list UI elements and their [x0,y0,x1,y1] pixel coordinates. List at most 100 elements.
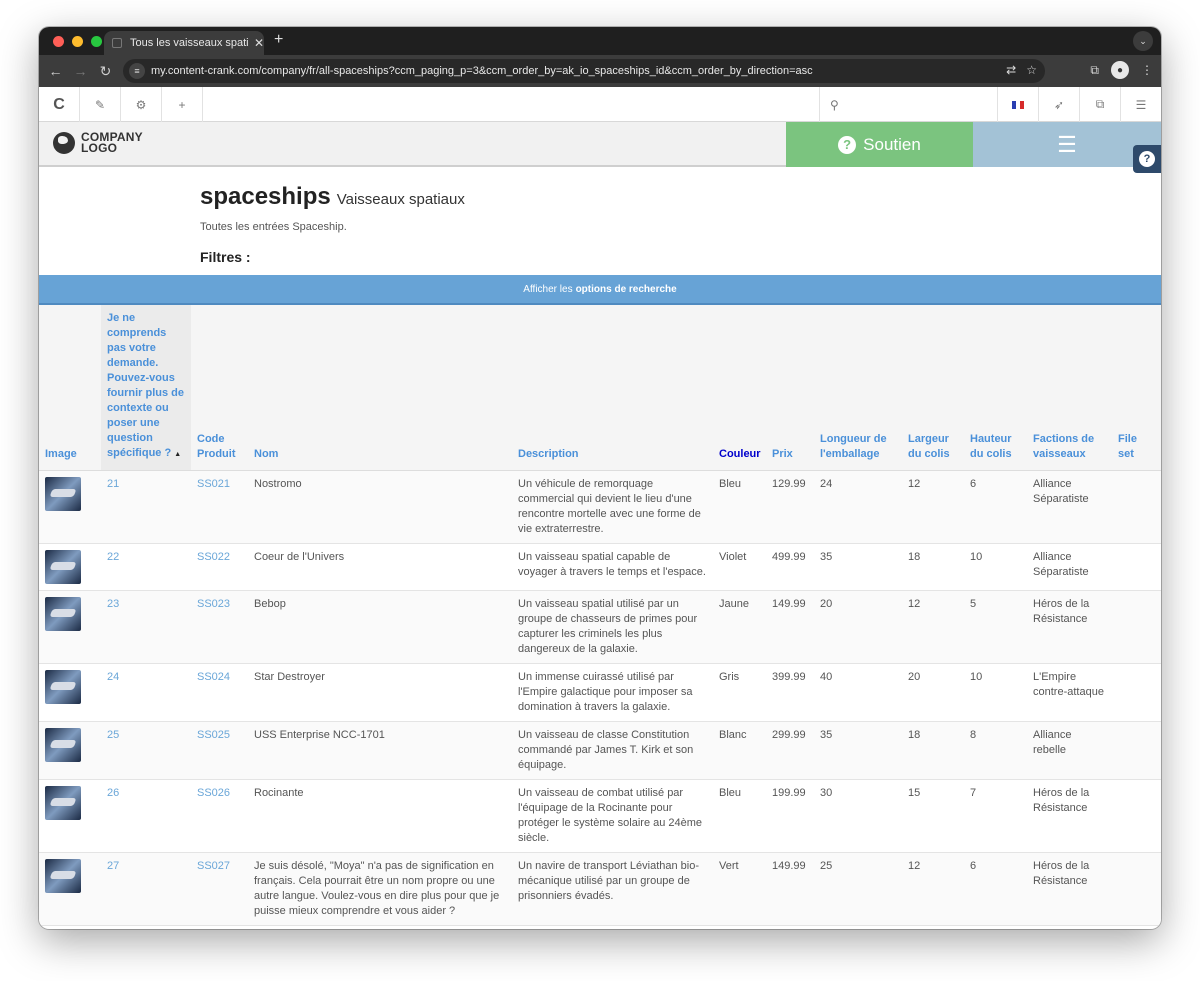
cell-width: 20 [902,663,964,722]
help-button[interactable]: ? [1133,145,1161,173]
table-row[interactable]: 27 SS027 Je suis désolé, "Moya" n'a pas de… [39,852,1161,926]
browser-window: Tous les vaisseaux spatiaux : ✕ + ⌄ ← → … [39,27,1161,929]
spaceship-thumbnail[interactable] [45,859,81,893]
cell-id[interactable]: 26 [101,779,191,853]
col-name[interactable]: Nom [248,305,512,471]
language-flag-icon[interactable] [997,87,1038,122]
edit-pencil-icon[interactable]: ✎ [80,87,121,122]
col-price[interactable]: Prix [766,305,814,471]
col-width[interactable]: Largeur du colis [902,305,964,471]
close-window-button[interactable] [53,36,64,47]
site-header: COMPANY LOGO ? Soutien ☰ ? [39,122,1161,173]
table-row[interactable]: 23 SS023 Bebop Un vaisseau spatial utilisé … [39,590,1161,664]
cell-code[interactable]: SS022 [191,543,248,591]
cell-length: 20 [814,590,902,664]
cell-code[interactable]: SS026 [191,779,248,853]
cell-width: 18 [902,721,964,780]
cell-length: 25 [814,852,902,926]
cell-price: 129.99 [766,470,814,544]
reload-icon[interactable]: ↻ [93,63,118,80]
row-image-cell [39,779,101,853]
cell-description: Un navire de transport Léviathan bio-méc… [512,852,713,926]
cms-logo-icon[interactable]: C [39,87,80,122]
cell-faction: Alliance Séparatiste [1027,543,1112,591]
minimize-window-button[interactable] [72,36,83,47]
company-logo[interactable]: COMPANY LOGO [53,131,143,154]
row-image-cell [39,663,101,722]
cell-fileset [1112,470,1161,544]
cell-code[interactable]: SS025 [191,721,248,780]
col-id[interactable]: Je ne comprends pas votre demande. Pouve… [101,305,191,471]
cell-id[interactable]: 27 [101,852,191,926]
add-plus-icon[interactable]: + [162,87,203,122]
cms-search-field[interactable]: ⚲ [819,87,995,122]
col-description[interactable]: Description [512,305,713,471]
url-text[interactable]: my.content-crank.com/company/fr/all-spac… [151,65,813,77]
cell-height: 5 [964,590,1027,664]
bookmark-star-icon[interactable]: ☆ [1026,63,1037,77]
row-image-cell [39,470,101,544]
cell-width: 18 [902,543,964,591]
spaceship-thumbnail[interactable] [45,728,81,762]
cell-id[interactable]: 23 [101,590,191,664]
browser-menu-icon[interactable]: ⋮ [1141,63,1153,77]
cell-id[interactable]: 25 [101,721,191,780]
cell-color: Violet [713,543,766,591]
cell-color: Jaune [713,590,766,664]
table-header-row: Image Je ne comprends pas votre demande.… [39,305,1161,471]
settings-gear-icon[interactable]: ⚙ [121,87,162,122]
table-row[interactable]: 25 SS025 USS Enterprise NCC-1701 Un vaissea… [39,721,1161,780]
translate-icon[interactable]: ⇄ [1006,63,1016,77]
profile-avatar-icon[interactable]: ● [1111,61,1129,79]
col-length[interactable]: Longueur de l'emballage [814,305,902,471]
support-label: Soutien [863,134,921,154]
cell-id[interactable]: 22 [101,543,191,591]
col-code[interactable]: Code Produit [191,305,248,471]
publish-rocket-icon[interactable]: ➶ [1038,87,1079,122]
forward-icon[interactable]: → [68,63,93,79]
sliders-icon[interactable]: ☰ [1120,87,1161,122]
spaceship-thumbnail[interactable] [45,786,81,820]
cell-fileset [1112,663,1161,722]
col-fileset[interactable]: File set [1112,305,1161,471]
help-icon: ? [1139,151,1155,167]
tab-strip: Tous les vaisseaux spatiaux : ✕ + ⌄ [39,27,1161,55]
search-prefix: Afficher les [523,283,573,295]
row-image-cell [39,543,101,591]
extensions-icon[interactable]: ⧉ [1090,63,1099,78]
new-tab-button[interactable]: + [274,31,283,49]
search-options-toggle[interactable]: Afficher les options de recherche [39,275,1161,305]
col-factions[interactable]: Factions de vaisseaux [1027,305,1112,471]
row-image-cell [39,852,101,926]
col-color[interactable]: Couleur [713,305,766,471]
browser-tab[interactable]: Tous les vaisseaux spatiaux : ✕ [104,31,264,55]
cell-fileset [1112,590,1161,664]
close-tab-icon[interactable]: ✕ [254,36,264,50]
spaceship-thumbnail[interactable] [45,550,81,584]
cell-height: 6 [964,852,1027,926]
cell-code[interactable]: SS021 [191,470,248,544]
maximize-window-button[interactable] [91,36,102,47]
cell-code[interactable]: SS024 [191,663,248,722]
cell-id[interactable]: 21 [101,470,191,544]
back-icon[interactable]: ← [43,63,68,79]
cell-length: 40 [814,663,902,722]
cell-height: 6 [964,470,1027,544]
col-image[interactable]: Image [39,305,101,471]
cell-code[interactable]: SS023 [191,590,248,664]
col-height[interactable]: Hauteur du colis [964,305,1027,471]
spaceship-thumbnail[interactable] [45,597,81,631]
spaceship-thumbnail[interactable] [45,477,81,511]
cell-id[interactable]: 24 [101,663,191,722]
pages-copy-icon[interactable]: ⧉ [1079,87,1120,122]
spaceship-thumbnail[interactable] [45,670,81,704]
omnibox[interactable]: ≡ my.content-crank.com/company/fr/all-sp… [123,59,1045,83]
table-row[interactable]: 24 SS024 Star Destroyer Un immense cuirassé… [39,663,1161,722]
cell-code[interactable]: SS027 [191,852,248,926]
table-row[interactable]: 21 SS021 Nostromo Un véhicule de remorquage… [39,470,1161,544]
site-settings-icon[interactable]: ≡ [129,63,145,79]
table-row[interactable]: 26 SS026 Rocinante Un vaisseau de combat ut… [39,779,1161,853]
tab-search-button[interactable]: ⌄ [1133,31,1153,51]
support-button[interactable]: ? Soutien [786,122,973,167]
table-row[interactable]: 22 SS022 Coeur de l'Univers Un vaisseau spa… [39,543,1161,591]
